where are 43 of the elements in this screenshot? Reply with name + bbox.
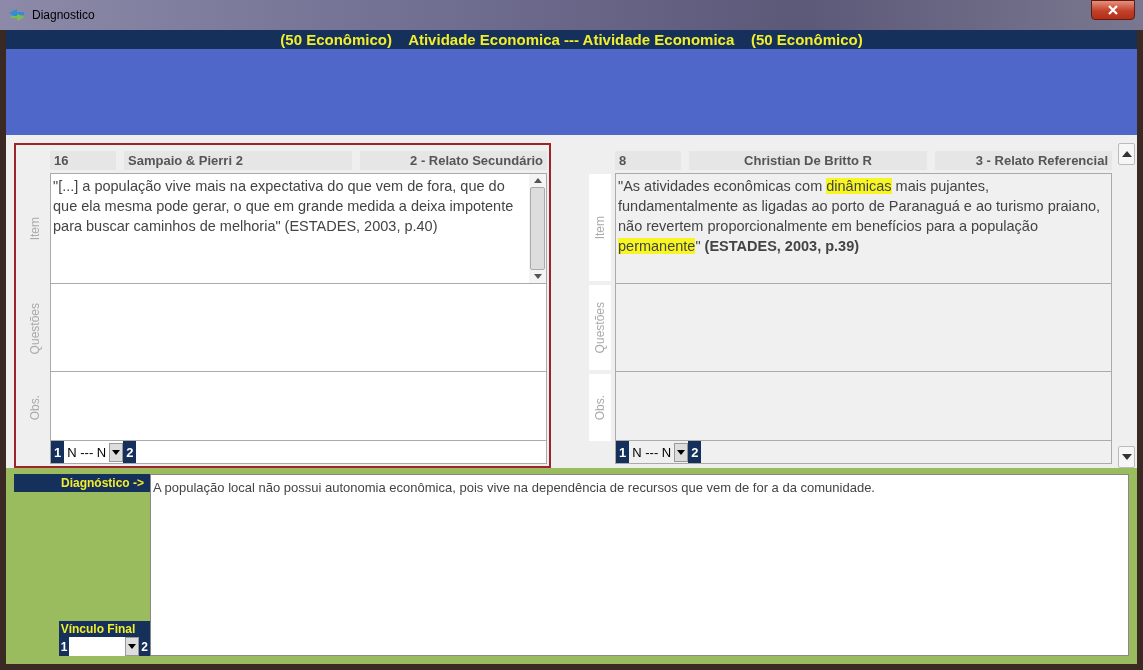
link-end-number: 2 (140, 639, 149, 654)
diagnosis-label: Diagnóstico -> (14, 474, 150, 492)
header-title: (50 Econômico) Atividade Economica --- Atividade Economica (50 Econômico) (6, 30, 1137, 49)
caret-icon (677, 449, 686, 455)
field-label: Item (28, 217, 42, 241)
caret-icon (128, 644, 137, 649)
record-type: 3 - Relato Referencial (935, 151, 1112, 171)
field-label: Obs. (593, 394, 607, 420)
item-field[interactable]: "[...] a população vive mais na expectativa do que vem de fora, que do que ela mesma pode gerar, o que em grande medida a deixa impotente para buscar caminhos de melhoria" (ESTADES, 2003, p.40) (50, 172, 547, 285)
item-text: "As atividades econômicas com dinâmicas mais pujantes, fundamentalmente as ligadas ao porto de Paranaguá e ao turismo praiano, não revertem proporcionalmente em benefícios para a população permanente" (ESTADES, 2003, p.39) (617, 176, 1102, 256)
field-label: Questões (593, 301, 607, 354)
link-type-dropdown[interactable]: N --- N (64, 441, 124, 463)
field-label: Questões (28, 302, 42, 355)
item-text: "[...] a população vive mais na expectativa do que vem de fora, que do que ela mesma pode gerar, o que em grande medida a deixa impotente para buscar caminhos de melhoria" (ESTADES, 2003, p.40) (52, 176, 515, 236)
author-name: Sampaio & Pierri 2 (124, 151, 352, 171)
scroll-down-icon[interactable] (1121, 454, 1132, 460)
close-icon (1108, 5, 1118, 15)
record-type: 2 - Relato Secundário (360, 151, 547, 171)
scroll-down-icon[interactable] (533, 274, 542, 280)
scroll-up-icon[interactable] (1121, 151, 1132, 157)
app-icon (8, 7, 26, 23)
record-number: 16 (50, 151, 116, 171)
window-title: Diagnostico (32, 8, 96, 22)
link-end-number: 2 (123, 441, 137, 463)
diagnosis-text: A população local não possui autonomia econômica, pois vive na dependência de recursos que vem de for a da comunidade. (153, 480, 875, 495)
caret-icon (112, 449, 121, 455)
scrollbar[interactable] (529, 173, 546, 284)
link-end-number: 2 (688, 441, 702, 463)
scrollbar[interactable] (1118, 143, 1135, 468)
notes-field[interactable] (50, 371, 547, 442)
final-link-label: Vínculo Final (59, 621, 137, 637)
link-start-number: 1 (59, 639, 69, 654)
author-name: Christian De Britto R (689, 151, 927, 171)
link-start-number: 1 (616, 441, 630, 463)
record-number: 8 (615, 151, 681, 171)
field-label: Obs. (28, 394, 42, 420)
scroll-up-icon[interactable] (533, 177, 542, 183)
field-label: Item (593, 216, 607, 240)
link-start-number: 1 (51, 441, 65, 463)
questions-field[interactable] (50, 284, 547, 372)
close-button[interactable] (1091, 0, 1135, 20)
final-link-dropdown[interactable] (69, 637, 140, 656)
diagnosis-field[interactable]: A população local não possui autonomia econômica, pois vive na dependência de recursos que vem de for a da comunidade. (150, 474, 1129, 656)
